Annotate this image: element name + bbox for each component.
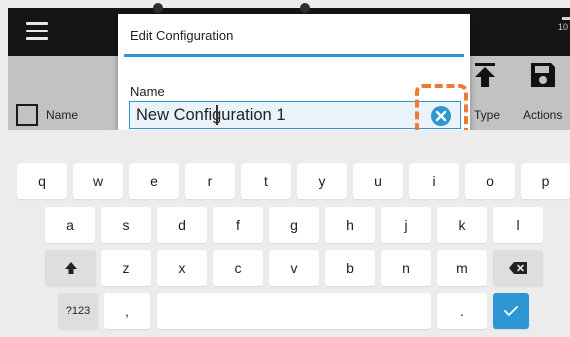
key-t[interactable]: t [241, 163, 291, 199]
enter-key[interactable] [493, 293, 529, 329]
name-input-value: New Configuration 1 [136, 106, 286, 124]
key-d[interactable]: d [157, 207, 207, 243]
key-z[interactable]: z [101, 250, 151, 286]
header-fragment: 10 [558, 22, 569, 32]
name-input[interactable]: New Configuration 1 [129, 101, 461, 129]
key-y[interactable]: y [297, 163, 347, 199]
key-a[interactable]: a [45, 207, 95, 243]
name-field-label: Name [130, 84, 165, 99]
space-key[interactable] [157, 293, 431, 329]
column-header-type[interactable]: Type [474, 108, 500, 122]
status-dot-icon [153, 3, 163, 13]
key-w[interactable]: w [73, 163, 123, 199]
select-all-checkbox[interactable] [16, 104, 38, 126]
column-header-name[interactable]: Name [46, 108, 78, 122]
backspace-icon [509, 262, 527, 274]
key-j[interactable]: j [381, 207, 431, 243]
key-v[interactable]: v [269, 250, 319, 286]
backspace-key[interactable] [493, 250, 543, 286]
status-dot-icon [300, 3, 310, 13]
upload-icon[interactable] [472, 62, 498, 88]
battery-icon [562, 17, 570, 20]
key-e[interactable]: e [129, 163, 179, 199]
comma-key[interactable]: , [104, 293, 150, 329]
key-n[interactable]: n [381, 250, 431, 286]
key-l[interactable]: l [493, 207, 543, 243]
shift-arrow-icon [64, 262, 77, 274]
symbols-key[interactable]: ?123 [58, 293, 98, 329]
period-key[interactable]: . [437, 293, 487, 329]
on-screen-keyboard: q w e r t y u i o p a s d f g h j k l z … [0, 130, 570, 337]
key-b[interactable]: b [325, 250, 375, 286]
key-h[interactable]: h [325, 207, 375, 243]
key-q[interactable]: q [17, 163, 67, 199]
key-p[interactable]: p [521, 163, 570, 199]
key-f[interactable]: f [213, 207, 263, 243]
key-s[interactable]: s [101, 207, 151, 243]
checkmark-icon [504, 306, 518, 316]
dialog-title: Edit Configuration [130, 28, 234, 43]
text-caret [216, 105, 218, 125]
key-g[interactable]: g [269, 207, 319, 243]
key-i[interactable]: i [409, 163, 459, 199]
key-m[interactable]: m [437, 250, 487, 286]
key-c[interactable]: c [213, 250, 263, 286]
floppy-disk-icon[interactable] [529, 61, 557, 89]
key-x[interactable]: x [157, 250, 207, 286]
key-u[interactable]: u [353, 163, 403, 199]
shift-key[interactable] [45, 250, 96, 286]
dialog-title-divider [124, 54, 464, 57]
column-header-actions: Actions [523, 108, 563, 122]
key-r[interactable]: r [185, 163, 235, 199]
key-k[interactable]: k [437, 207, 487, 243]
hamburger-icon[interactable] [26, 22, 48, 40]
key-o[interactable]: o [465, 163, 515, 199]
